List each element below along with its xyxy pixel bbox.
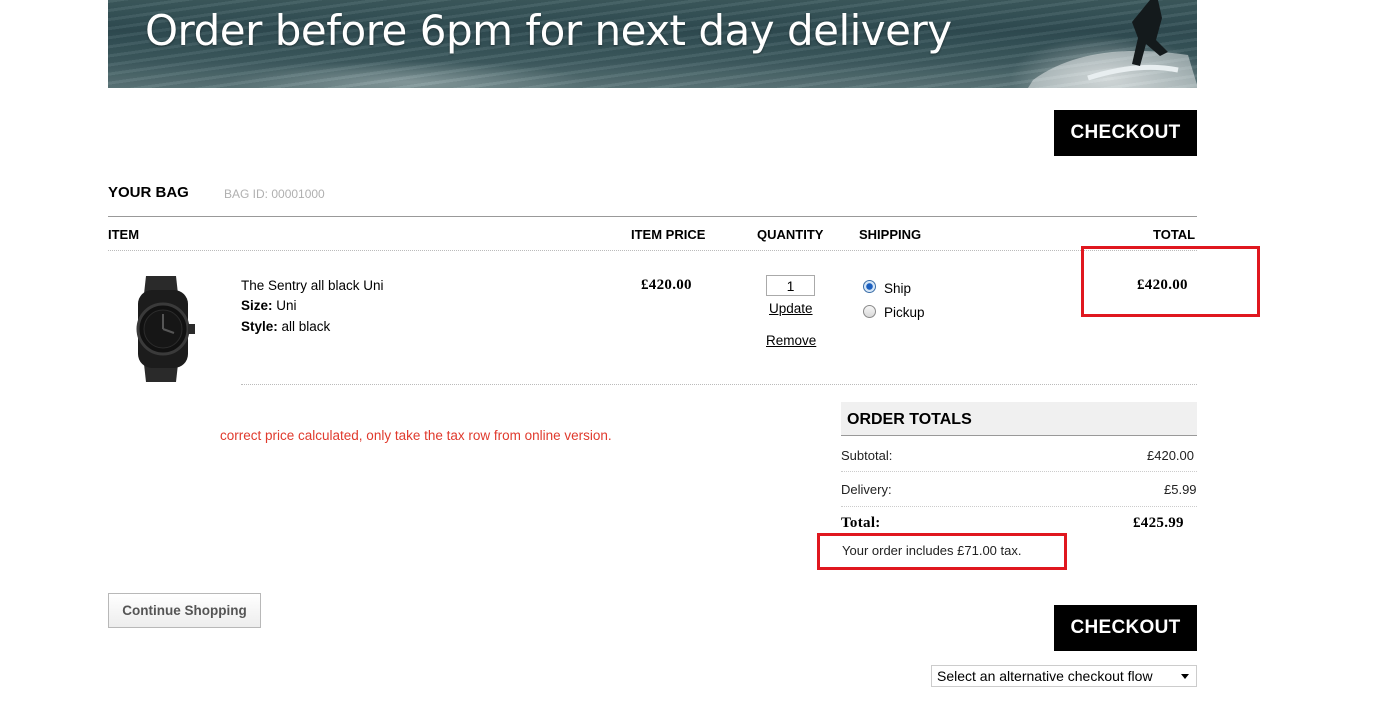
subtotal-value: £420.00 bbox=[1147, 448, 1194, 463]
totals-divider bbox=[841, 506, 1197, 507]
checkout-button-bottom[interactable]: CHECKOUT bbox=[1054, 605, 1197, 651]
delivery-value: £5.99 bbox=[1164, 482, 1197, 497]
item-name[interactable]: The Sentry all black Uni bbox=[241, 278, 384, 293]
alternative-checkout-select[interactable]: Select an alternative checkout flow bbox=[931, 665, 1197, 687]
column-header-price: ITEM PRICE bbox=[631, 227, 706, 242]
item-price: £420.00 bbox=[641, 277, 692, 293]
surfer-image bbox=[1028, 0, 1197, 88]
pickup-radio[interactable] bbox=[863, 305, 876, 318]
remove-link[interactable]: Remove bbox=[766, 333, 816, 348]
column-divider bbox=[108, 250, 1197, 251]
order-totals-header: ORDER TOTALS bbox=[841, 402, 1197, 436]
item-style-value: all black bbox=[277, 319, 331, 334]
promo-banner[interactable]: Order before 6pm for next day delivery bbox=[108, 0, 1197, 88]
alternative-checkout-selected: Select an alternative checkout flow bbox=[937, 668, 1153, 684]
column-header-quantity: QUANTITY bbox=[757, 227, 824, 242]
continue-shopping-button[interactable]: Continue Shopping bbox=[108, 593, 261, 628]
column-header-item: ITEM bbox=[108, 227, 140, 242]
total-value: £425.99 bbox=[1133, 515, 1184, 531]
item-style-label: Style: bbox=[241, 319, 278, 334]
banner-headline: Order before 6pm for next day delivery bbox=[145, 6, 952, 55]
item-divider bbox=[241, 384, 1197, 385]
header-divider bbox=[108, 216, 1197, 217]
checkout-button-top[interactable]: CHECKOUT bbox=[1054, 110, 1197, 156]
update-link[interactable]: Update bbox=[769, 301, 813, 316]
bag-title: YOUR BAG bbox=[108, 184, 189, 201]
quantity-input[interactable] bbox=[766, 275, 815, 296]
bag-id: BAG ID: 00001000 bbox=[224, 187, 325, 201]
ship-radio[interactable] bbox=[863, 280, 876, 293]
total-label: Total: bbox=[841, 515, 881, 531]
column-header-total: TOTAL bbox=[1153, 227, 1196, 242]
product-image-watch[interactable] bbox=[118, 272, 206, 386]
subtotal-label: Subtotal: bbox=[841, 448, 893, 463]
order-totals-title: ORDER TOTALS bbox=[847, 411, 972, 428]
item-style: Style: all black bbox=[241, 319, 330, 334]
delivery-label: Delivery: bbox=[841, 482, 892, 497]
item-size-value: Uni bbox=[272, 298, 297, 313]
chevron-down-icon bbox=[1181, 674, 1189, 679]
totals-divider bbox=[841, 471, 1197, 472]
tax-highlight-box bbox=[817, 533, 1067, 570]
annotation-note: correct price calculated, only take the … bbox=[220, 428, 612, 443]
column-header-shipping: SHIPPING bbox=[859, 227, 922, 242]
item-size: Size: Uni bbox=[241, 298, 297, 313]
pickup-label[interactable]: Pickup bbox=[884, 305, 925, 320]
item-size-label: Size: bbox=[241, 298, 273, 313]
item-total-highlight-box bbox=[1081, 246, 1260, 317]
ship-label[interactable]: Ship bbox=[884, 281, 911, 296]
